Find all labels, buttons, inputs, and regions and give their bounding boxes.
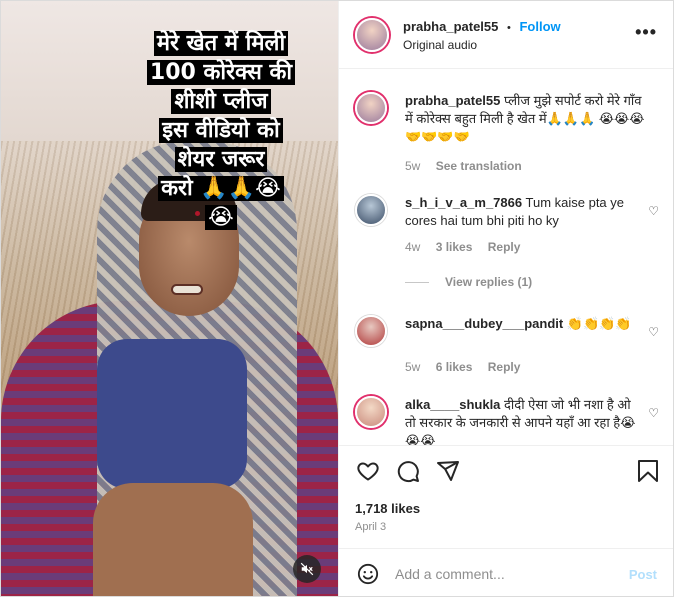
like-comment-icon[interactable]: ♡ <box>648 204 659 218</box>
comment-meta: 5w 6 likes Reply <box>405 360 532 374</box>
follow-button[interactable]: Follow <box>519 19 560 34</box>
comment-likes[interactable]: 3 likes <box>436 240 473 254</box>
author-username[interactable]: prabha_patel55 <box>403 19 498 34</box>
comment-body: sapna___dubey___pandit 👏👏👏👏 <box>405 315 645 333</box>
likes-count[interactable]: 1,718 likes <box>355 501 420 516</box>
separator-dot: • <box>507 22 511 34</box>
comment-body: alka____shukla दीदी ऐसा जो भी नशा है ओ त… <box>405 396 645 445</box>
smiley-icon <box>357 563 379 585</box>
video-caption-overlay: मेरे खेत में मिली 100 कोरेक्स की शीशी प्… <box>131 29 311 232</box>
heart-icon <box>357 462 379 481</box>
post-comment-button[interactable]: Post <box>629 567 657 582</box>
woman-blouse <box>97 339 247 489</box>
comment-username[interactable]: alka____shukla <box>405 397 500 412</box>
comment-meta: 5w See translation <box>405 159 534 173</box>
comment-button[interactable] <box>395 458 421 484</box>
comment-username[interactable]: prabha_patel55 <box>405 93 500 108</box>
add-comment-bar: Post <box>339 548 673 596</box>
comment-likes[interactable]: 6 likes <box>436 360 473 374</box>
comment-time: 4w <box>405 240 421 254</box>
like-comment-icon[interactable]: ♡ <box>648 406 659 420</box>
view-replies-button[interactable]: View replies (1) <box>405 275 532 289</box>
see-translation-link[interactable]: See translation <box>436 159 522 173</box>
comment-time: 5w <box>405 159 421 173</box>
bookmark-icon <box>638 460 658 482</box>
save-button[interactable] <box>635 458 661 484</box>
audio-label[interactable]: Original audio <box>403 38 561 52</box>
like-button[interactable] <box>355 458 381 484</box>
comment-username[interactable]: sapna___dubey___pandit <box>405 316 563 331</box>
reply-button[interactable]: Reply <box>488 240 521 254</box>
like-comment-icon[interactable]: ♡ <box>648 325 659 339</box>
author-avatar[interactable] <box>355 18 389 52</box>
author-info: prabha_patel55 • Follow Original audio <box>403 19 561 52</box>
caption-line: 😭 <box>205 205 237 230</box>
commenter-avatar[interactable] <box>355 315 387 347</box>
post-side-panel: prabha_patel55 • Follow Original audio •… <box>338 1 673 596</box>
caption-line: शेयर जरूर <box>174 147 268 172</box>
speaker-muted-icon <box>300 562 314 576</box>
post-video[interactable]: मेरे खेत में मिली 100 कोरेक्स की शीशी प्… <box>1 1 338 596</box>
caption-line: इस वीडियो को <box>159 118 283 143</box>
comment-text: 👏👏👏👏 <box>566 316 632 331</box>
comment-body: prabha_patel55 प्लीज मुझे सपोर्ट करो मेर… <box>405 92 645 146</box>
post-date: April 3 <box>355 521 387 533</box>
commenter-avatar[interactable] <box>355 396 387 428</box>
caption-line: मेरे खेत में मिली <box>153 31 289 56</box>
mute-button[interactable] <box>293 555 321 583</box>
caption-line: करो 🙏🙏😭 <box>158 176 284 201</box>
comments-list: prabha_patel55 प्लीज मुझे सपोर्ट करो मेर… <box>339 70 673 445</box>
more-options-icon[interactable]: ••• <box>635 23 657 41</box>
comment-input[interactable] <box>395 563 615 585</box>
comment-meta: 4w 3 likes Reply <box>405 240 532 254</box>
caption-line: शीशी प्लीज <box>171 89 271 114</box>
reply-button[interactable]: Reply <box>488 360 521 374</box>
emoji-picker-button[interactable] <box>357 563 379 588</box>
comment-body: s_h_i_v_a_m_7866 Tum kaise pta ye cores … <box>405 194 645 230</box>
post-actions: 1,718 likes April 3 <box>339 445 673 545</box>
share-button[interactable] <box>435 458 461 484</box>
post-header: prabha_patel55 • Follow Original audio •… <box>339 1 673 69</box>
comment-time: 5w <box>405 360 421 374</box>
woman-torso <box>93 483 253 596</box>
commenter-avatar[interactable] <box>355 194 387 226</box>
woman-mouth <box>171 284 203 295</box>
paper-plane-icon <box>437 461 459 481</box>
post-dialog: मेरे खेत में मिली 100 कोरेक्स की शीशी प्… <box>0 0 674 597</box>
commenter-avatar[interactable] <box>355 92 387 124</box>
caption-line: 100 कोरेक्स की <box>146 60 296 85</box>
comment-bubble-icon <box>397 461 419 483</box>
comment-username[interactable]: s_h_i_v_a_m_7866 <box>405 195 522 210</box>
